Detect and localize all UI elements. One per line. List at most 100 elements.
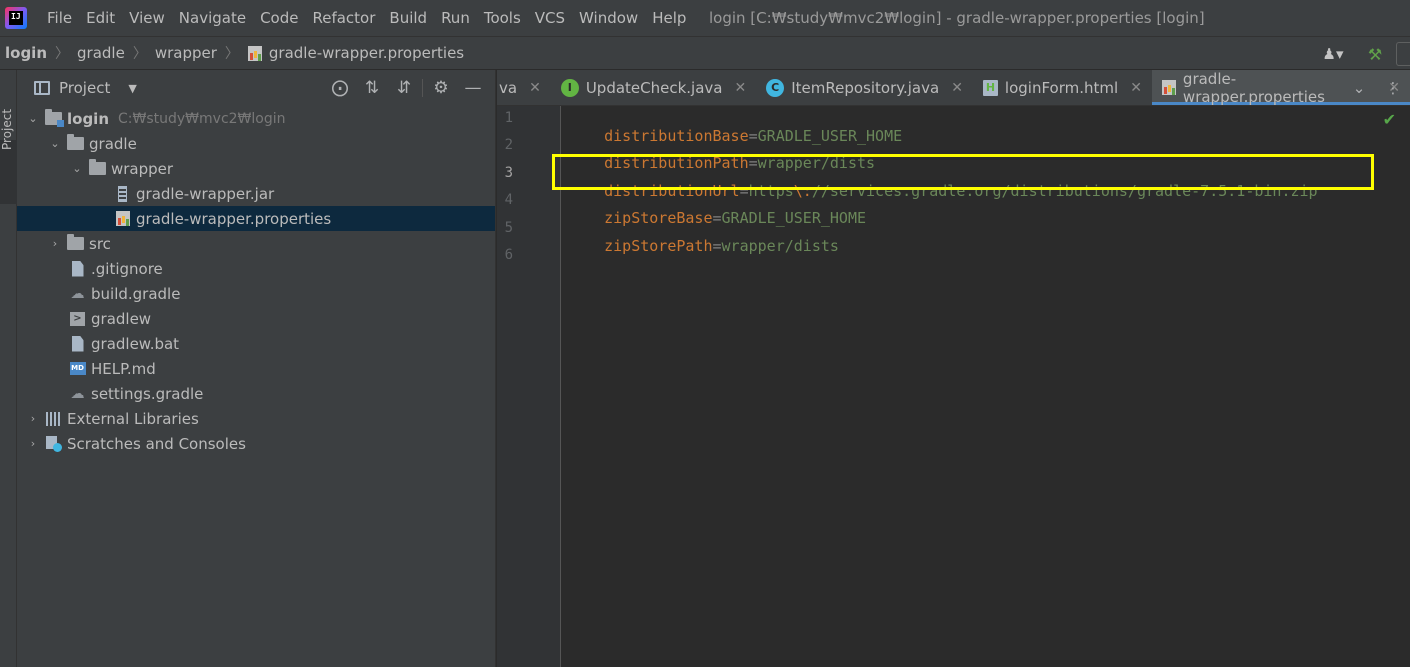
tree-item-gradlew[interactable]: > gradlew [17,306,495,331]
folder-icon [67,134,84,152]
chevron-down-icon[interactable]: ⌄ [69,162,85,175]
menu-run[interactable]: Run [441,9,470,27]
close-icon[interactable]: ✕ [1130,80,1142,96]
chevron-down-icon[interactable]: ⌄ [47,137,63,150]
chevron-down-icon[interactable]: ⌄ [1342,79,1376,97]
chevron-down-icon[interactable]: ▼ [128,82,136,95]
menu-tools[interactable]: Tools [484,9,521,27]
tree-item-label: gradle-wrapper.properties [136,209,332,228]
tree-item-path: C:₩study₩mvc2₩login [118,110,286,127]
more-options-icon[interactable]: ⋮ [1376,79,1410,97]
breadcrumb-separator-icon: 〉 [55,46,70,62]
class-icon: C [766,78,785,97]
tab-label: loginForm.html [1004,78,1119,97]
tree-item-label: Scratches and Consoles [67,434,246,453]
menu-help[interactable]: Help [652,9,686,27]
checkmark-icon: ✔ [1382,110,1396,129]
menu-build[interactable]: Build [389,9,427,27]
close-icon[interactable]: ✕ [734,80,746,96]
run-config-selector[interactable] [1396,42,1410,66]
tree-item-external-libraries[interactable]: › External Libraries [17,406,495,431]
tree-item-label: src [89,234,111,253]
breadcrumb-gradle[interactable]: gradle [77,44,125,62]
breadcrumb-login[interactable]: login [5,44,47,62]
gradle-elephant-icon: ☁ [70,285,85,302]
project-tree: ⌄ login C:₩study₩mvc2₩login ⌄ gradle ⌄ w… [17,106,495,456]
project-panel-title[interactable]: Project [59,79,110,97]
menu-edit[interactable]: Edit [86,9,115,27]
tab-itemrepository-java[interactable]: C ItemRepository.java ✕ [756,70,973,105]
line-number-gutter: 1 2 3 4 5 6 [497,106,561,667]
line-number: 5 [504,220,513,236]
close-icon[interactable]: ✕ [951,80,963,96]
chevron-right-icon[interactable]: › [25,437,41,450]
gear-icon[interactable]: ⚙ [425,78,457,98]
tree-item-label: External Libraries [67,409,199,428]
menu-view[interactable]: View [129,9,165,27]
libraries-icon [45,411,62,427]
tab-label: ItemRepository.java [791,78,940,97]
tree-item-label: gradle [89,134,137,153]
menu-file[interactable]: File [47,9,72,27]
menu-bar: IJ File Edit View Navigate Code Refactor… [0,0,1410,36]
tree-item-gradle[interactable]: ⌄ gradle [17,131,495,156]
menu-vcs[interactable]: VCS [535,9,565,27]
tree-item-gradle-wrapper-jar[interactable]: gradle-wrapper.jar [17,181,495,206]
tab-truncated-java[interactable]: va ✕ [497,70,551,105]
terminal-script-icon: > [69,311,86,327]
code-editor[interactable]: 1 2 3 4 5 6 distributionBase=GRADLE_USER… [497,106,1410,667]
project-panel-header: Project ▼ ⨀ ⇅ ⇵ ⚙ — [17,70,495,106]
menu-code[interactable]: Code [260,9,298,27]
project-panel: Project ▼ ⨀ ⇅ ⇵ ⚙ — ⌄ login C:₩study₩mvc… [17,70,496,667]
properties-file-icon [247,45,264,61]
chevron-right-icon[interactable]: › [47,237,63,250]
breadcrumb-gradle-wrapper-properties[interactable]: gradle-wrapper.properties [269,44,464,62]
tree-item-help-md[interactable]: MD HELP.md [17,356,495,381]
tree-item-label: gradle-wrapper.jar [136,184,275,203]
intellij-logo-icon[interactable]: IJ [5,7,27,29]
code-line[interactable]: zipStorePath=wrapper/dists [568,219,839,273]
properties-file-icon [1161,80,1176,95]
module-folder-icon [45,109,64,127]
window-title: login [C:₩study₩mvc2₩login] - gradle-wra… [709,9,1205,27]
expand-all-icon[interactable]: ⇅ [356,78,388,98]
tree-item-gitignore[interactable]: .gitignore [17,256,495,281]
tree-item-build-gradle[interactable]: ☁ build.gradle [17,281,495,306]
tree-item-label: settings.gradle [91,384,204,403]
menu-navigate[interactable]: Navigate [179,9,246,27]
chevron-right-icon[interactable]: › [25,412,41,425]
menu-window[interactable]: Window [579,9,638,27]
tree-item-label: HELP.md [91,359,156,378]
chevron-down-icon[interactable]: ⌄ [25,112,41,125]
tree-item-login[interactable]: ⌄ login C:₩study₩mvc2₩login [17,106,495,131]
breadcrumb-wrapper[interactable]: wrapper [155,44,217,62]
user-dropdown-icon[interactable]: ♟▾ [1318,45,1348,63]
jar-file-icon [114,185,131,202]
build-hammer-icon[interactable]: ⚒ [1360,45,1390,64]
tree-item-gradle-wrapper-properties[interactable]: gradle-wrapper.properties [17,206,495,231]
close-icon[interactable]: ✕ [529,80,541,96]
menu-refactor[interactable]: Refactor [312,9,375,27]
scratches-icon [45,435,62,452]
tab-label: UpdateCheck.java [585,78,723,97]
toolbar-divider [422,79,423,97]
tree-item-src[interactable]: › src [17,231,495,256]
properties-file-icon [114,211,131,227]
project-view-icon [34,81,50,95]
tree-item-gradlew-bat[interactable]: gradlew.bat [17,331,495,356]
tab-updatecheck-java[interactable]: I UpdateCheck.java ✕ [551,70,756,105]
tree-item-wrapper[interactable]: ⌄ wrapper [17,156,495,181]
tree-item-settings-gradle[interactable]: ☁ settings.gradle [17,381,495,406]
tree-item-scratches[interactable]: › Scratches and Consoles [17,431,495,456]
left-tool-strip: Project [0,70,17,667]
tab-loginform-html[interactable]: H loginForm.html ✕ [973,70,1152,105]
hide-panel-icon[interactable]: — [457,78,489,98]
locate-file-icon[interactable]: ⨀ [324,78,356,98]
collapse-all-icon[interactable]: ⇵ [388,78,420,98]
tree-item-label: wrapper [111,159,174,178]
line-number: 1 [504,110,513,126]
line-number: 4 [504,192,513,208]
tree-item-label: .gitignore [91,259,163,278]
project-tool-label[interactable]: Project [0,109,14,150]
folder-icon [89,159,106,177]
